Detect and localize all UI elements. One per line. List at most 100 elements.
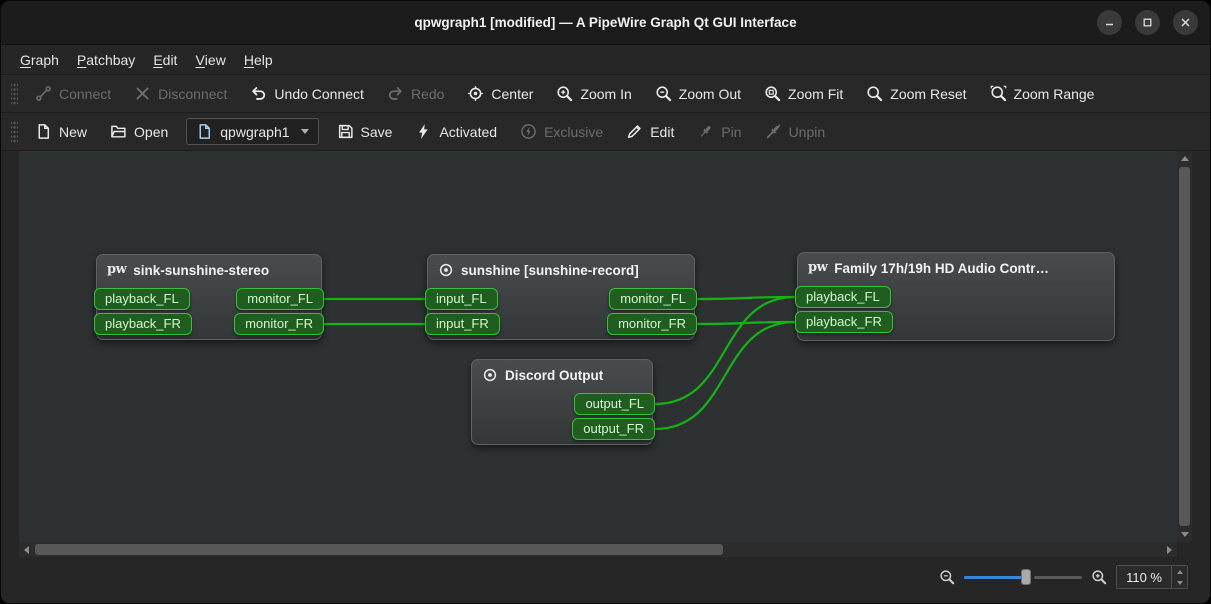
toolbar-drag-handle[interactable] [11,121,18,143]
undo-connect-button[interactable]: Undo Connect [241,80,373,107]
node-sunshine[interactable]: sunshine [sunshine-record] input_FL input_… [427,254,695,340]
save-label: Save [361,124,393,140]
vertical-scrollbar[interactable] [1177,151,1192,542]
scroll-left-arrow[interactable] [19,542,34,557]
menubar: GraphPatchbayEditViewHelp [1,45,1210,75]
node-family[interactable]: pwFamily 17h/19h HD Audio Contr…playback… [797,252,1115,341]
chevron-down-icon [301,129,309,134]
graph-canvas[interactable]: pwsink-sunshine-stereoplayback_FLplaybac… [19,151,1177,542]
redo-label: Redo [411,86,444,102]
save-button[interactable]: Save [328,118,402,145]
zoom-slider-handle[interactable] [1021,569,1031,585]
zoom-in-icon[interactable] [1091,569,1107,585]
menu-view[interactable]: View [186,45,234,74]
node-title-text: Discord Output [505,368,603,383]
port-sink-playback_FR[interactable]: playback_FR [94,313,192,335]
zoom-range-icon [990,85,1007,102]
edit-label: Edit [650,124,674,140]
menu-patchbay[interactable]: Patchbay [68,45,144,74]
zoom-in-button[interactable]: Zoom In [547,80,640,107]
zoom-range-label: Zoom Range [1014,86,1095,102]
menu-graph[interactable]: Graph [11,45,68,74]
zoom-reset-button[interactable]: Zoom Reset [857,80,975,107]
horizontal-scroll-track[interactable] [34,542,1162,557]
vertical-scroll-track[interactable] [1177,166,1192,527]
zoom-out-icon [655,85,672,102]
horizontal-scrollbar[interactable] [19,542,1177,557]
app-window: qpwgraph1 [modified] — A PipeWire Graph … [0,0,1211,604]
zoom-out-label: Zoom Out [679,86,741,102]
minimize-button[interactable] [1097,10,1122,35]
exclusive-label: Exclusive [544,124,603,140]
edit-button[interactable]: Edit [617,118,683,145]
port-family-playback_FL[interactable]: playback_FL [795,286,891,308]
port-discord-output_FR[interactable]: output_FR [572,418,655,440]
patchbay-combo[interactable]: qpwgraph1 [186,118,318,145]
port-discord-output_FL[interactable]: output_FL [574,393,655,415]
disconnect-icon [134,85,151,102]
maximize-button[interactable] [1135,10,1160,35]
port-sunshine-input_FL[interactable]: input_FL [425,288,498,310]
scrollbar-corner [1177,542,1192,557]
edit-icon [626,123,643,140]
toolbar-file: New Open qpwgraph1 Save Activated Exclusive Ed… [1,113,1210,151]
open-icon [110,123,127,140]
vertical-scroll-handle[interactable] [1179,167,1190,526]
pipewire-icon: pw [107,262,126,278]
file-icon [196,123,213,140]
exclusive-icon [520,123,537,140]
new-icon [35,123,52,140]
new-label: New [59,124,87,140]
connect-label: Connect [59,86,111,102]
port-family-playback_FR[interactable]: playback_FR [795,311,893,333]
zoom-value[interactable]: 110 % [1117,566,1171,588]
node-title: Discord Output [472,360,652,383]
menu-edit[interactable]: Edit [144,45,186,74]
open-button[interactable]: Open [101,118,177,145]
titlebar[interactable]: qpwgraph1 [modified] — A PipeWire Graph … [1,1,1210,45]
zoom-out-icon[interactable] [939,569,955,585]
scroll-up-arrow[interactable] [1177,151,1192,166]
menu-help[interactable]: Help [235,45,282,74]
port-sink-playback_FL[interactable]: playback_FL [94,288,190,310]
center-button[interactable]: Center [458,80,542,107]
zoom-out-button[interactable]: Zoom Out [646,80,750,107]
scroll-down-arrow[interactable] [1177,527,1192,542]
toolbar-drag-handle[interactable] [11,83,18,105]
app-icon [438,262,454,278]
activated-icon [415,123,432,140]
connect-icon [35,85,52,102]
zoom-in-label: Zoom In [580,86,631,102]
statusbar: 110 % [1,557,1210,603]
horizontal-scroll-handle[interactable] [35,544,723,555]
node-sink[interactable]: pw sink-sunshine-stereo playback_FLplaybac… [96,254,322,340]
node-title: sunshine [sunshine-record] [428,255,694,278]
zoom-slider-filled [964,576,1024,579]
pin-label: Pin [721,124,741,140]
redo-icon [387,85,404,102]
new-button[interactable]: New [26,118,96,145]
undo-icon [250,85,267,102]
disconnect-label: Disconnect [158,86,227,102]
node-discord[interactable]: Discord Output output_FL output_FR [471,359,653,445]
node-title-text: sunshine [sunshine-record] [461,263,639,278]
activated-button[interactable]: Activated [406,118,506,145]
node-title-text: sink-sunshine-stereo [133,263,269,278]
pin-icon [697,123,714,140]
pin-button: Pin [688,118,750,145]
close-button[interactable] [1173,10,1198,35]
port-sunshine-monitor_FR[interactable]: monitor_FR [607,313,697,335]
port-sunshine-monitor_FL[interactable]: monitor_FL [609,288,697,310]
zoom-spin-up-button[interactable] [1172,566,1187,577]
zoom-slider[interactable] [964,568,1082,586]
zoom-fit-icon [764,85,781,102]
graph-view: pwsink-sunshine-stereoplayback_FLplaybac… [1,151,1210,557]
port-sink-monitor_FR[interactable]: monitor_FR [234,313,324,335]
port-sunshine-input_FR[interactable]: input_FR [425,313,500,335]
zoom-spin-down-button[interactable] [1172,577,1187,588]
zoom-fit-button[interactable]: Zoom Fit [755,80,852,107]
window-controls [1097,1,1198,44]
scroll-right-arrow[interactable] [1162,542,1177,557]
port-sink-monitor_FL[interactable]: monitor_FL [236,288,324,310]
zoom-range-button[interactable]: Zoom Range [981,80,1104,107]
